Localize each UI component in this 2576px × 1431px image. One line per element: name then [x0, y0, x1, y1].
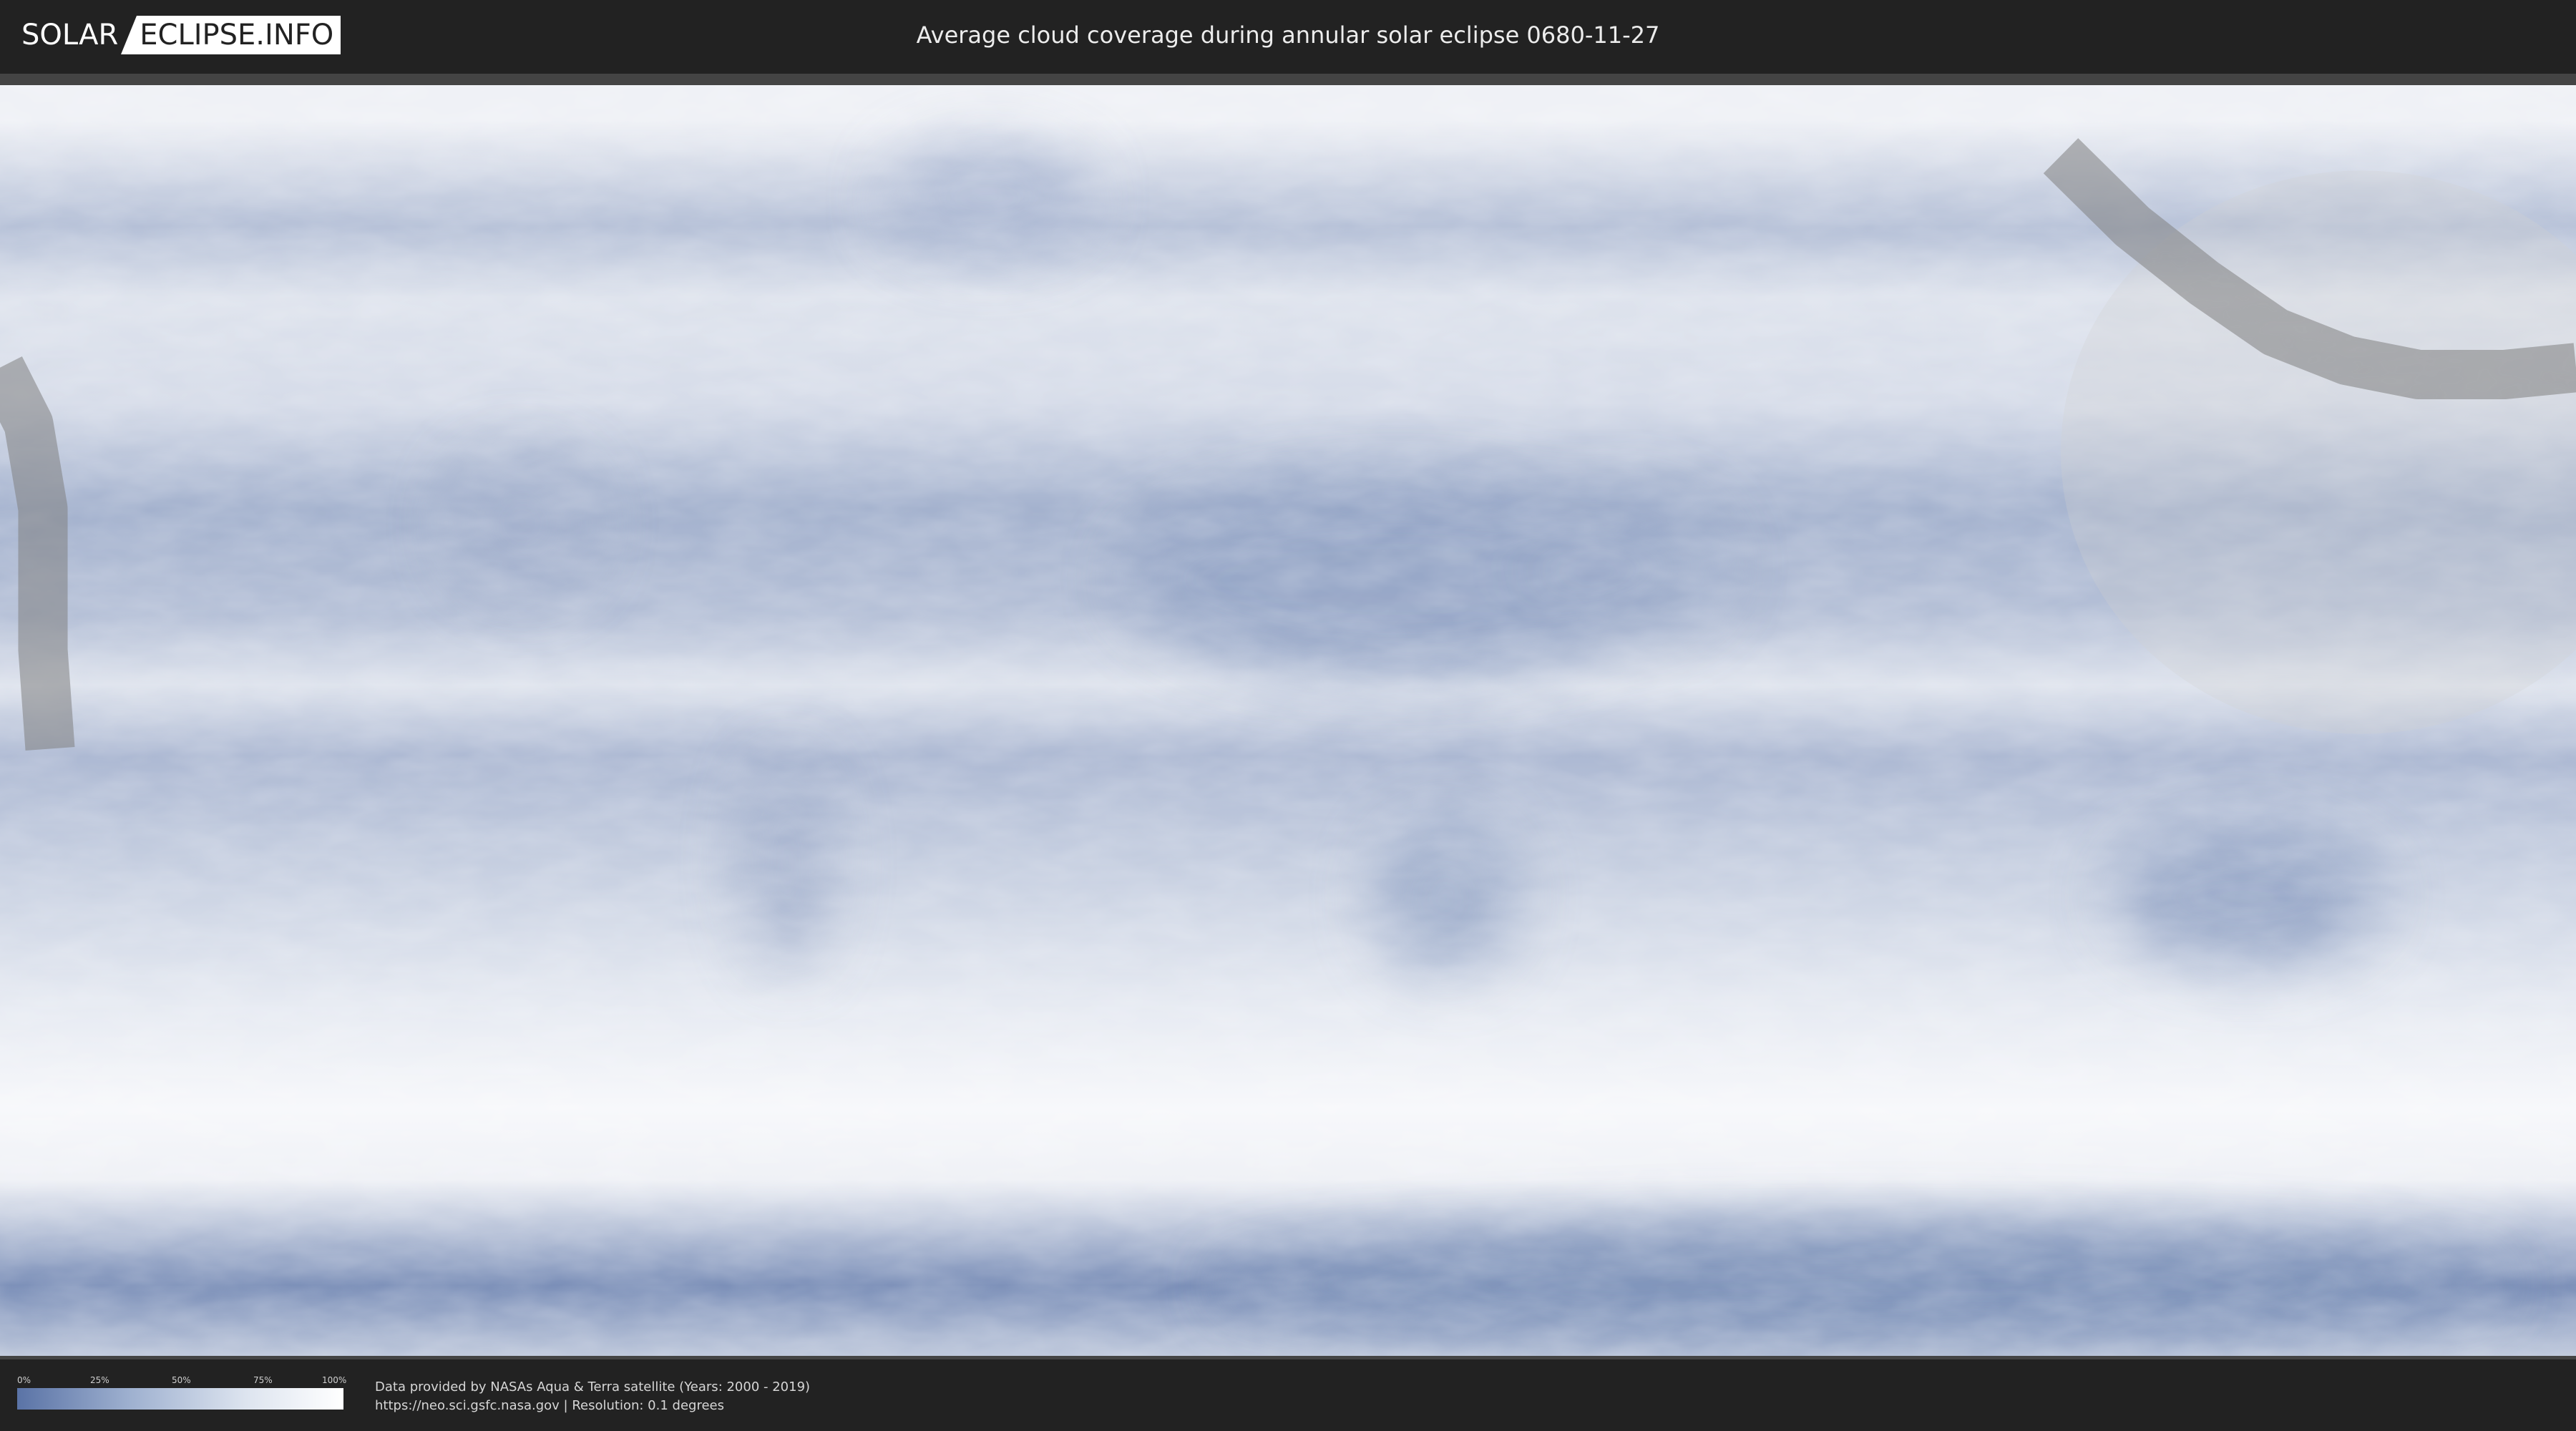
- legend-tick-label: 100%: [322, 1375, 347, 1385]
- cloud-coverage-legend: 0% 25% 50% 75% 100%: [17, 1375, 347, 1410]
- credits-link[interactable]: https://neo.sci.gsfc.nasa.gov | Resoluti…: [375, 1397, 810, 1415]
- legend-tick-label: 0%: [17, 1375, 31, 1385]
- credits-source: Data provided by NASAs Aqua & Terra sate…: [375, 1379, 811, 1395]
- page: SOLAR ECLIPSE.INFO Average cloud coverag…: [0, 0, 2576, 1431]
- page-title: Average cloud coverage during annular so…: [916, 21, 1660, 49]
- map-frame: [0, 74, 2576, 1359]
- cloud-coverage-map[interactable]: [0, 85, 2576, 1356]
- legend-tick-label: 50%: [172, 1375, 191, 1385]
- header-bar: SOLAR ECLIPSE.INFO Average cloud coverag…: [0, 0, 2576, 72]
- data-credits: Data provided by NASAs Aqua & Terra sate…: [375, 1378, 810, 1415]
- legend-color-bar: [17, 1388, 343, 1410]
- legend-ticks: 0% 25% 50% 75% 100%: [17, 1375, 347, 1388]
- legend-tick-label: 75%: [253, 1375, 273, 1385]
- legend-tick-label: 25%: [90, 1375, 109, 1385]
